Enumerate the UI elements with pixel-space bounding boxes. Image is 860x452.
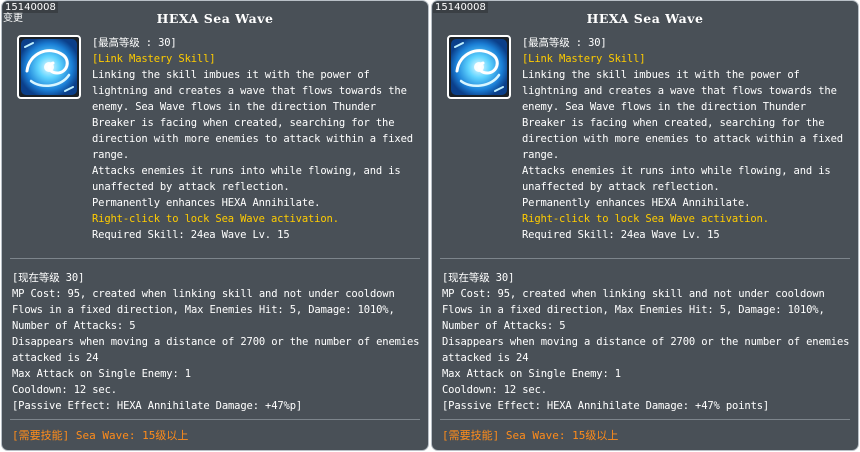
stat-line: Number of Attacks: 5: [12, 320, 136, 332]
sea-wave-skill-icon: [447, 35, 511, 99]
stat-line: Cooldown: 12 sec.: [12, 384, 117, 396]
description-line: Linking the skill imbues it with the pow…: [522, 69, 800, 81]
description-line: Permanently enhances HEXA Annihilate.: [522, 197, 751, 209]
max-level-label: [最高等级 : 30]: [92, 37, 177, 49]
description-line: enemy. Sea Wave flows in the direction T…: [92, 101, 376, 113]
skill-tooltip-right: 15140008 HEXA Sea Wave [最高等级 : 30] [Link…: [431, 0, 859, 451]
stat-line: Flows in a fixed direction, Max Enemies …: [12, 304, 395, 316]
stat-line: attacked is 24: [442, 352, 529, 364]
required-skill-line: Required Skill: 24ea Wave Lv. 15: [92, 229, 290, 241]
description-line: lightning and creates a wave that flows …: [522, 85, 837, 97]
description-line: unaffected by attack reflection.: [92, 181, 290, 193]
description-line: Permanently enhances HEXA Annihilate.: [92, 197, 321, 209]
passive-effect-line: [Passive Effect: HEXA Annihilate Damage:…: [12, 400, 303, 412]
description-line: direction with more enemies to attack wi…: [92, 133, 413, 145]
description-line: range.: [92, 149, 130, 161]
required-skill-footer: [需要技能] Sea Wave: 15级以上: [442, 429, 619, 442]
right-click-hint: Right-click to lock Sea Wave activation.: [522, 213, 769, 225]
stat-line: Max Attack on Single Enemy: 1: [442, 368, 621, 380]
description-line: direction with more enemies to attack wi…: [522, 133, 843, 145]
description-line: range.: [522, 149, 560, 161]
description-line: Breaker is facing when created, searchin…: [92, 117, 395, 129]
description-line: unaffected by attack reflection.: [522, 181, 720, 193]
skill-title: HEXA Sea Wave: [586, 11, 704, 26]
divider: [440, 258, 850, 259]
description-line: Linking the skill imbues it with the pow…: [92, 69, 370, 81]
divider: [10, 419, 420, 420]
stat-line: MP Cost: 95, created when linking skill …: [442, 288, 825, 300]
required-skill-footer: [需要技能] Sea Wave: 15级以上: [12, 429, 189, 442]
stat-line: attacked is 24: [12, 352, 99, 364]
skill-description: [最高等级 : 30] [Link Mastery Skill] Linking…: [92, 35, 420, 243]
description-line: Attacks enemies it runs into while flowi…: [522, 165, 831, 177]
current-level-stats: [现在等级 30] MP Cost: 95, created when link…: [12, 270, 420, 414]
divider: [10, 258, 420, 259]
description-line: lightning and creates a wave that flows …: [92, 85, 407, 97]
stat-line: Disappears when moving a distance of 270…: [442, 336, 850, 348]
description-line: Attacks enemies it runs into while flowi…: [92, 165, 401, 177]
stat-line: Max Attack on Single Enemy: 1: [12, 368, 191, 380]
max-level-label: [最高等级 : 30]: [522, 37, 607, 49]
stat-line: Disappears when moving a distance of 270…: [12, 336, 420, 348]
stat-line: Cooldown: 12 sec.: [442, 384, 547, 396]
required-skill-line: Required Skill: 24ea Wave Lv. 15: [522, 229, 720, 241]
link-mastery-tag: [Link Mastery Skill]: [92, 53, 216, 65]
current-level-stats: [现在等级 30] MP Cost: 95, created when link…: [442, 270, 850, 414]
current-level-label: [现在等级 30]: [442, 272, 515, 284]
stat-line: Number of Attacks: 5: [442, 320, 566, 332]
passive-effect-line: [Passive Effect: HEXA Annihilate Damage:…: [442, 400, 770, 412]
skill-description: [最高等级 : 30] [Link Mastery Skill] Linking…: [522, 35, 850, 243]
divider: [440, 419, 850, 420]
right-click-hint: Right-click to lock Sea Wave activation.: [92, 213, 339, 225]
skill-tooltip-left: 15140008 变更 HEXA Sea Wave [最高等级 : 30] [L…: [1, 0, 429, 451]
description-line: Breaker is facing when created, searchin…: [522, 117, 825, 129]
stat-line: Flows in a fixed direction, Max Enemies …: [442, 304, 825, 316]
sea-wave-skill-icon: [17, 35, 81, 99]
current-level-label: [现在等级 30]: [12, 272, 85, 284]
link-mastery-tag: [Link Mastery Skill]: [522, 53, 646, 65]
description-line: enemy. Sea Wave flows in the direction T…: [522, 101, 806, 113]
stat-line: MP Cost: 95, created when linking skill …: [12, 288, 395, 300]
skill-title: HEXA Sea Wave: [156, 11, 274, 26]
